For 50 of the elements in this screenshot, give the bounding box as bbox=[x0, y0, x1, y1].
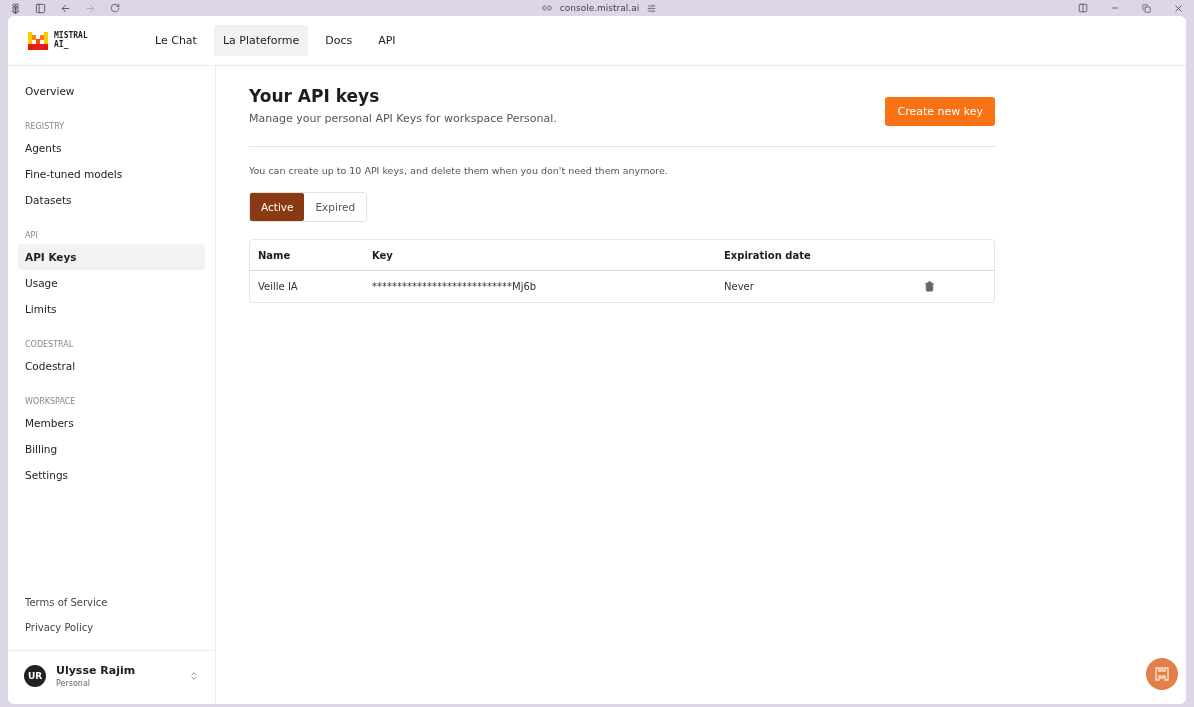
sidebar-item[interactable]: Datasets bbox=[18, 187, 205, 213]
sidebar-item[interactable]: Billing bbox=[18, 436, 205, 462]
back-icon[interactable] bbox=[60, 2, 71, 14]
sidebar-item[interactable]: Fine-tuned models bbox=[18, 161, 205, 187]
user-avatar: UR bbox=[24, 665, 46, 687]
page-title: Your API keys bbox=[249, 86, 381, 106]
chevron-up-down-icon[interactable] bbox=[189, 671, 199, 681]
info-text: You can create up to 10 API keys, and delete them when you don't need them anymore. bbox=[249, 165, 669, 176]
nav-tab[interactable]: Le Chat bbox=[146, 25, 206, 56]
sidebar-toggle-icon[interactable] bbox=[35, 2, 46, 14]
section-heading: API bbox=[24, 230, 39, 242]
link-icon bbox=[541, 3, 552, 13]
sidebar-item[interactable]: Overview bbox=[18, 78, 205, 104]
restore-icon[interactable] bbox=[1142, 3, 1151, 13]
sidebar-item[interactable]: Members bbox=[18, 410, 205, 436]
column-header: Key bbox=[372, 249, 394, 261]
user-name: Ulysse Rajim bbox=[56, 664, 137, 677]
section-heading: WORKSPACE bbox=[24, 396, 77, 408]
column-header: Name bbox=[258, 249, 292, 261]
column-header: Expiration date bbox=[724, 249, 812, 261]
sidebar-item[interactable]: Agents bbox=[18, 135, 205, 161]
sidebar-item[interactable]: Settings bbox=[18, 462, 205, 488]
section-heading: CODESTRAL bbox=[24, 339, 75, 351]
sidebar-item[interactable]: Usage bbox=[18, 270, 205, 296]
address-bar[interactable]: console.mistral.ai bbox=[559, 3, 640, 13]
nav-tab[interactable]: La Plateforme bbox=[213, 25, 309, 56]
section-heading: REGISTRY bbox=[24, 121, 66, 133]
page-subtitle: Manage your personal API Keys for workspace Personal. bbox=[249, 112, 557, 125]
sidebar-item[interactable]: API Keys bbox=[18, 244, 205, 270]
logo-text: MISTRAL AI_ bbox=[54, 31, 88, 50]
table-cell-text: Veille IA bbox=[258, 281, 299, 292]
delete-button[interactable] bbox=[924, 281, 935, 292]
footer-link[interactable]: Privacy Policy bbox=[18, 615, 205, 640]
logo-icon bbox=[28, 31, 48, 50]
nav-tab[interactable]: API bbox=[369, 25, 405, 56]
sidebar-item[interactable]: Codestral bbox=[18, 353, 205, 379]
reload-icon[interactable] bbox=[110, 3, 120, 13]
site-settings-icon[interactable] bbox=[647, 3, 657, 13]
logo-icon bbox=[1154, 666, 1170, 682]
workspace-name: Personal bbox=[56, 679, 91, 688]
footer-link[interactable]: Terms of Service bbox=[18, 590, 205, 615]
browser-logo-icon[interactable] bbox=[10, 2, 21, 14]
filter-tab[interactable]: Active bbox=[250, 193, 305, 221]
split-view-icon[interactable] bbox=[1078, 3, 1088, 13]
close-icon[interactable] bbox=[1173, 2, 1184, 14]
assistant-button[interactable] bbox=[1146, 658, 1178, 690]
table-cell-text: ****************************Mj6b bbox=[372, 281, 538, 292]
sidebar-item[interactable]: Limits bbox=[18, 296, 205, 322]
table-cell-text: Never bbox=[724, 281, 755, 292]
nav-tab[interactable]: Docs bbox=[316, 25, 362, 56]
